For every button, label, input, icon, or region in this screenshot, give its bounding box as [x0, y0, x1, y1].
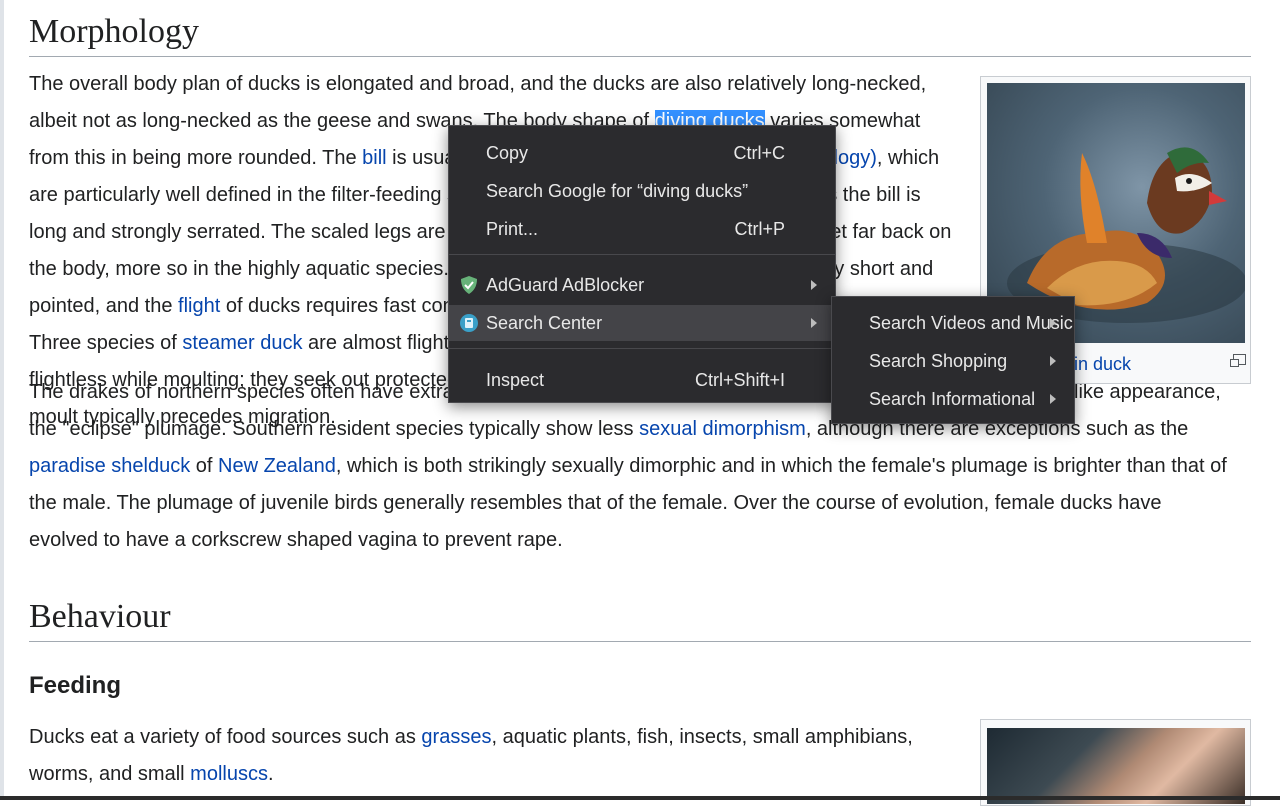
- link-sexual-dimorphism[interactable]: sexual dimorphism: [639, 418, 806, 440]
- link-grasses[interactable]: grasses: [421, 726, 491, 748]
- submenu-arrow-icon: [1050, 394, 1056, 404]
- section-heading-morphology: Morphology: [29, 12, 1251, 57]
- menu-item-print[interactable]: Print... Ctrl+P: [449, 211, 835, 247]
- link-steamer-duck[interactable]: steamer duck: [182, 332, 302, 354]
- search-center-submenu: Search Videos and Music Search Shopping …: [831, 296, 1075, 424]
- feeding-paragraph: Ducks eat a variety of food sources such…: [29, 726, 913, 785]
- link-molluscs[interactable]: molluscs: [190, 763, 268, 785]
- menu-item-adguard[interactable]: AdGuard AdBlocker: [449, 267, 835, 303]
- submenu-item-shopping[interactable]: Search Shopping: [832, 343, 1074, 379]
- link-new-zealand[interactable]: New Zealand: [218, 455, 336, 477]
- feeding-image[interactable]: [987, 728, 1245, 804]
- submenu-arrow-icon: [811, 280, 817, 290]
- link-flight[interactable]: flight: [178, 295, 220, 317]
- enlarge-icon[interactable]: [1230, 354, 1246, 367]
- submenu-arrow-icon: [1050, 356, 1056, 366]
- window-left-edge: [0, 0, 4, 800]
- submenu-item-informational[interactable]: Search Informational: [832, 381, 1074, 417]
- menu-item-search-center[interactable]: Search Center: [449, 305, 835, 341]
- submenu-arrow-icon: [1050, 318, 1056, 328]
- context-menu: Copy Ctrl+C Search Google for “diving du…: [448, 125, 836, 403]
- menu-separator: [449, 348, 835, 349]
- thumbnail-feeding: [980, 719, 1251, 806]
- subheading-feeding: Feeding: [29, 672, 122, 699]
- menu-separator: [449, 254, 835, 255]
- menu-item-copy[interactable]: Copy Ctrl+C: [449, 135, 835, 171]
- link-paradise-shelduck[interactable]: paradise shelduck: [29, 455, 190, 477]
- adguard-shield-icon: [461, 276, 477, 294]
- taskbar-edge: [0, 796, 1280, 800]
- link-bill[interactable]: bill: [362, 147, 386, 169]
- menu-item-inspect[interactable]: Inspect Ctrl+Shift+I: [449, 362, 835, 398]
- section-heading-behaviour: Behaviour: [29, 597, 1251, 642]
- thumbnail-caption: in duck: [1074, 354, 1132, 374]
- submenu-item-videos-music[interactable]: Search Videos and Music: [832, 305, 1074, 341]
- menu-item-search-google[interactable]: Search Google for “diving ducks”: [449, 173, 835, 209]
- search-center-icon: [460, 314, 478, 332]
- submenu-arrow-icon: [811, 318, 817, 328]
